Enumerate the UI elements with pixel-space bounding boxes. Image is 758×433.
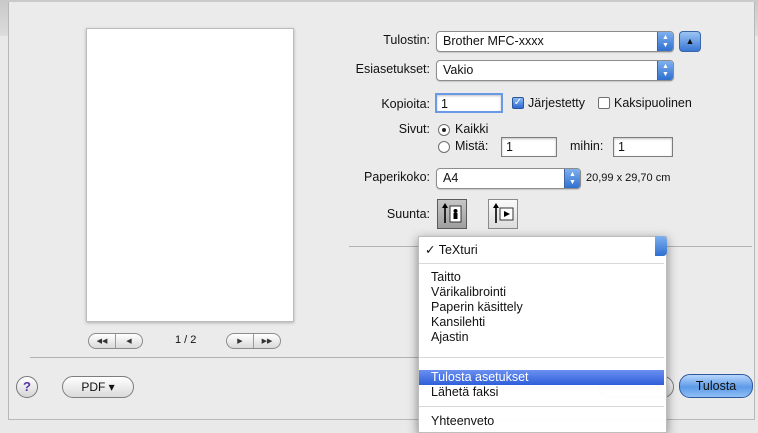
disclosure-button[interactable]: ▲ — [679, 31, 701, 52]
printer-label: Tulostin: — [383, 33, 430, 47]
landscape-icon — [493, 203, 514, 223]
menu-item-tulosta-asetukset[interactable]: Tulosta asetukset — [419, 370, 664, 385]
collated-label: Järjestetty — [528, 96, 585, 110]
paper-dimensions: 20,99 x 29,70 cm — [586, 172, 671, 184]
menu-separator — [419, 406, 664, 407]
portrait-orientation-button[interactable] — [437, 199, 467, 229]
printer-select[interactable]: Brother MFC-xxxx ▲ ▼ — [436, 31, 674, 52]
pages-to-input[interactable]: 1 — [613, 137, 673, 157]
copies-label: Kopioita: — [381, 97, 430, 111]
menu-item-texturi[interactable]: ✓ TeXturi — [419, 243, 664, 258]
menu-item-ajastin[interactable]: Ajastin — [419, 330, 664, 345]
pages-to-label: mihin: — [570, 139, 604, 153]
pager-back: ◀◀ ◀ — [88, 333, 143, 349]
page-indicator: 1 / 2 — [175, 334, 197, 346]
menu-item-paperin-kasittely[interactable]: Paperin käsittely — [419, 300, 664, 315]
presets-value: Vakio — [443, 63, 474, 77]
last-page-button[interactable]: ▶▶ — [253, 334, 280, 348]
collated-checkbox[interactable]: ✓ — [512, 97, 524, 109]
next-page-button[interactable]: ▶ — [227, 334, 253, 348]
presets-label: Esiasetukset: — [355, 62, 430, 76]
menu-item-kansilehti[interactable]: Kansilehti — [419, 315, 664, 330]
first-page-button[interactable]: ◀◀ — [89, 334, 115, 348]
pages-label: Sivut: — [398, 122, 430, 136]
checkmark-icon: ✓ — [425, 243, 436, 257]
portrait-icon — [442, 203, 462, 223]
landscape-orientation-button[interactable] — [488, 199, 518, 229]
paper-size-label: Paperikoko: — [363, 170, 430, 184]
pager-forward: ▶ ▶▶ — [226, 333, 281, 349]
pages-from-label: Mistä: — [455, 139, 489, 153]
print-button[interactable]: Tulosta — [679, 374, 753, 398]
footer-separator — [30, 357, 420, 358]
menu-item-laheta-faksi[interactable]: Lähetä faksi — [419, 385, 664, 400]
previous-page-button[interactable]: ◀ — [115, 334, 142, 348]
menu-stepper-edge — [655, 236, 667, 256]
presets-stepper-icon: ▲ ▼ — [657, 61, 673, 80]
copies-input[interactable]: 1 — [435, 93, 503, 113]
pages-all-radio[interactable] — [438, 124, 450, 136]
pages-from-radio[interactable] — [438, 141, 450, 153]
paper-size-value: A4 — [443, 171, 459, 185]
paper-size-stepper-icon: ▲ ▼ — [564, 169, 580, 188]
help-button[interactable]: ? — [16, 376, 38, 398]
presets-select[interactable]: Vakio ▲ ▼ — [436, 60, 674, 81]
menu-item-label: TeXturi — [438, 243, 478, 257]
menu-item-taitto[interactable]: Taitto — [419, 270, 664, 285]
pdf-button[interactable]: PDF ▾ — [62, 376, 134, 398]
pager-back-buttons: ◀◀ ◀ — [88, 333, 143, 349]
section-separator-right — [666, 246, 752, 247]
printer-stepper-icon: ▲ ▼ — [657, 32, 673, 51]
duplex-label: Kaksipuolinen — [614, 96, 692, 110]
printer-value: Brother MFC-xxxx — [443, 34, 544, 48]
pager-forward-buttons: ▶ ▶▶ — [226, 333, 281, 349]
paper-size-select[interactable]: A4 ▲ ▼ — [436, 168, 581, 189]
section-separator-left — [349, 246, 419, 247]
menu-item-varikalibrointi[interactable]: Värikalibrointi — [419, 285, 664, 300]
menu-separator — [419, 357, 664, 358]
menu-separator — [419, 263, 664, 264]
duplex-checkbox[interactable] — [598, 97, 610, 109]
settings-popup-menu: ✓ TeXturi Taitto Värikalibrointi Paperin… — [418, 236, 667, 433]
triangle-up-icon: ▲ — [685, 36, 695, 46]
page-preview — [86, 28, 294, 322]
menu-item-yhteenveto[interactable]: Yhteenveto — [419, 414, 664, 429]
orientation-label: Suunta: — [386, 207, 430, 221]
pages-from-input[interactable]: 1 — [501, 137, 557, 157]
help-label: ? — [23, 379, 31, 394]
pages-all-label: Kaikki — [455, 122, 489, 136]
